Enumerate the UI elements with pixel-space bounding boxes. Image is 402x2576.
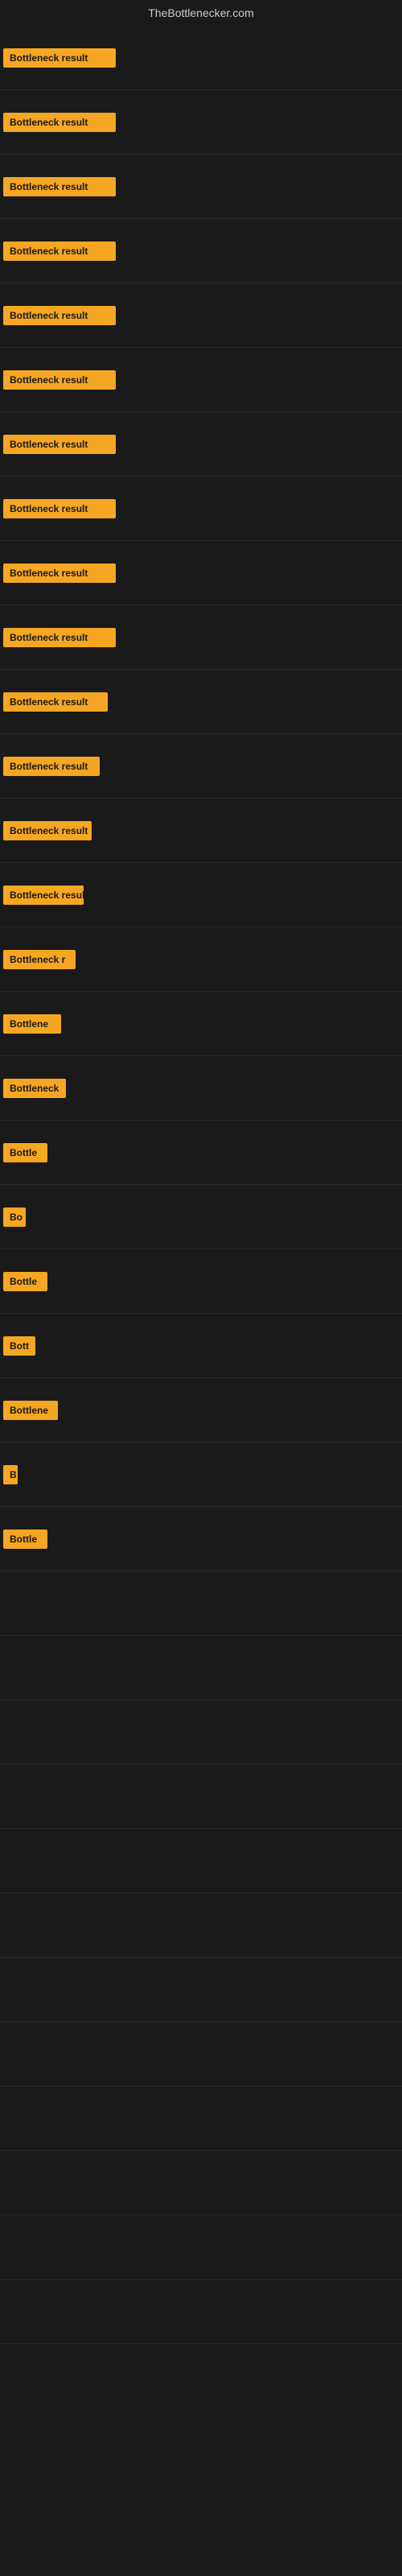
- bottleneck-row: Bottleneck result: [0, 90, 402, 155]
- bottleneck-row: Bottle: [0, 1249, 402, 1314]
- bottleneck-badge[interactable]: B: [3, 1465, 18, 1484]
- empty-row: [0, 2215, 402, 2280]
- bottleneck-badge[interactable]: Bottle: [3, 1272, 47, 1291]
- bottleneck-row: Bottleneck result: [0, 863, 402, 927]
- bottleneck-row: Bottleneck: [0, 1056, 402, 1121]
- bottleneck-badge[interactable]: Bottleneck result: [3, 692, 108, 712]
- bottleneck-badge[interactable]: Bottleneck result: [3, 48, 116, 68]
- bottleneck-row: Bottle: [0, 1121, 402, 1185]
- bottleneck-badge[interactable]: Bottleneck result: [3, 628, 116, 647]
- bottleneck-row: Bottlene: [0, 1378, 402, 1443]
- bottleneck-badge[interactable]: Bottleneck result: [3, 113, 116, 132]
- bottleneck-row: Bottle: [0, 1507, 402, 1571]
- site-title: TheBottlenecker.com: [0, 0, 402, 26]
- bottleneck-badge[interactable]: Bottleneck result: [3, 242, 116, 261]
- empty-row: [0, 1636, 402, 1700]
- empty-row: [0, 2280, 402, 2344]
- bottleneck-row: Bottleneck result: [0, 541, 402, 605]
- empty-row: [0, 1958, 402, 2022]
- empty-row: [0, 1893, 402, 1958]
- bottleneck-badge[interactable]: Bottleneck result: [3, 564, 116, 583]
- bottleneck-row: Bottleneck result: [0, 219, 402, 283]
- empty-row: [0, 2151, 402, 2215]
- bottleneck-row: Bottleneck result: [0, 155, 402, 219]
- empty-row: [0, 2022, 402, 2087]
- bottleneck-badge[interactable]: Bottle: [3, 1530, 47, 1549]
- bottleneck-row: Bottleneck r: [0, 927, 402, 992]
- bottleneck-row: Bottleneck result: [0, 348, 402, 412]
- bottleneck-badge[interactable]: Bottleneck result: [3, 757, 100, 776]
- bottleneck-row: Bottleneck result: [0, 670, 402, 734]
- bottleneck-row: Bottlene: [0, 992, 402, 1056]
- bottleneck-row: Bottleneck result: [0, 283, 402, 348]
- bottleneck-row: Bott: [0, 1314, 402, 1378]
- empty-row: [0, 1700, 402, 1765]
- bottleneck-badge[interactable]: Bottleneck result: [3, 499, 116, 518]
- bottleneck-badge[interactable]: Bo: [3, 1208, 26, 1227]
- bottleneck-badge[interactable]: Bottlene: [3, 1014, 61, 1034]
- bottleneck-row: Bottleneck result: [0, 477, 402, 541]
- bottleneck-badge[interactable]: Bottleneck result: [3, 821, 92, 840]
- bottleneck-row: B: [0, 1443, 402, 1507]
- bottleneck-row: Bottleneck result: [0, 605, 402, 670]
- bottleneck-badge[interactable]: Bottleneck result: [3, 370, 116, 390]
- bottleneck-row: Bo: [0, 1185, 402, 1249]
- bottleneck-row: Bottleneck result: [0, 26, 402, 90]
- bottleneck-badge[interactable]: Bottleneck r: [3, 950, 76, 969]
- bottleneck-badge[interactable]: Bottleneck result: [3, 435, 116, 454]
- bottleneck-badge[interactable]: Bottleneck result: [3, 177, 116, 196]
- empty-row: [0, 1829, 402, 1893]
- bottleneck-badge[interactable]: Bottleneck result: [3, 306, 116, 325]
- bottleneck-badge[interactable]: Bott: [3, 1336, 35, 1356]
- bottleneck-row: Bottleneck result: [0, 799, 402, 863]
- bottleneck-badge[interactable]: Bottleneck: [3, 1079, 66, 1098]
- bottleneck-badge[interactable]: Bottlene: [3, 1401, 58, 1420]
- bottleneck-row: Bottleneck result: [0, 734, 402, 799]
- empty-row: [0, 2087, 402, 2151]
- empty-row: [0, 1571, 402, 1636]
- bottleneck-badge[interactable]: Bottleneck result: [3, 886, 84, 905]
- empty-row: [0, 1765, 402, 1829]
- bottleneck-row: Bottleneck result: [0, 412, 402, 477]
- bottleneck-badge[interactable]: Bottle: [3, 1143, 47, 1162]
